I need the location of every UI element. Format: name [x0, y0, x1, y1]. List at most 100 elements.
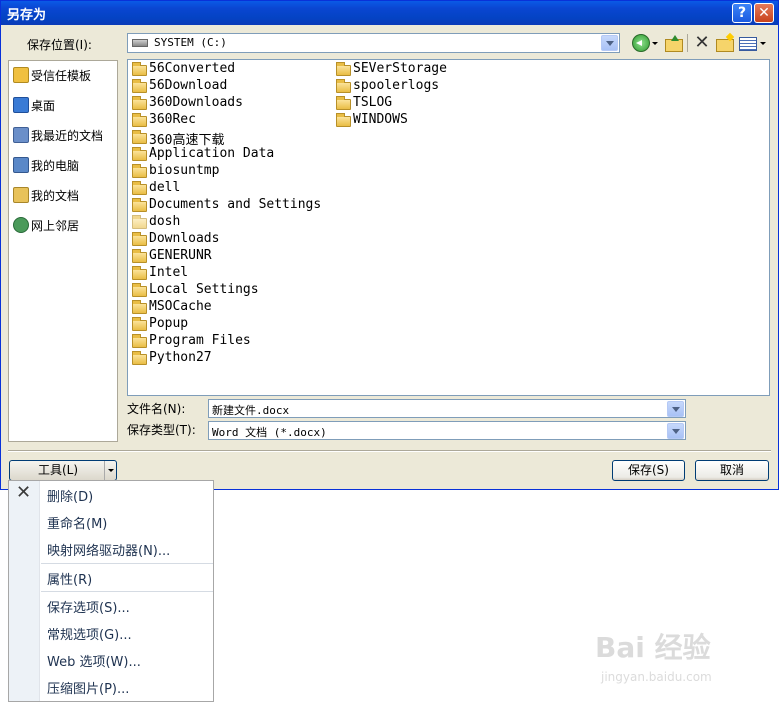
file-list[interactable]: 56Converted 56Download 360Downloads 360R… — [127, 59, 770, 396]
chevron-down-icon[interactable] — [667, 423, 684, 439]
place-network-places[interactable]: 网上邻居 — [11, 213, 115, 237]
tools-button[interactable]: 工具(L) — [9, 460, 117, 481]
folder-name: 56Converted — [149, 61, 236, 76]
toolbar-divider — [687, 34, 688, 52]
menu-item-map-network-drive[interactable]: 映射网络驱动器(N)... — [9, 535, 213, 562]
back-dropdown-icon[interactable] — [651, 34, 659, 52]
up-folder-icon[interactable] — [664, 34, 683, 52]
folder-icon — [132, 334, 147, 348]
title-bar[interactable]: 另存为 ? ✕ — [1, 1, 778, 25]
folder-icon — [132, 130, 147, 144]
save-in-value: SYSTEM (C:) — [154, 36, 227, 49]
tools-dropdown-icon[interactable] — [104, 461, 116, 480]
place-label: 受信任模板 — [31, 69, 92, 83]
place-label: 我的文档 — [31, 189, 80, 203]
menu-item-properties[interactable]: 属性(R) — [9, 564, 213, 591]
menu-item-save-options[interactable]: 保存选项(S)... — [9, 592, 213, 619]
save-in-dropdown[interactable]: SYSTEM (C:) — [127, 33, 620, 53]
tools-menu: ✕ 删除(D) 重命名(M) 映射网络驱动器(N)... 属性(R) 保存选项(… — [8, 480, 214, 702]
folder-icon — [336, 113, 351, 127]
folder-icon — [132, 300, 147, 314]
divider — [8, 450, 771, 452]
chevron-down-icon[interactable] — [667, 401, 684, 417]
folder-icon — [132, 147, 147, 161]
folder-icon — [132, 283, 147, 297]
menu-item-compress-pictures[interactable]: 压缩图片(P)... — [9, 673, 213, 700]
file-name-field[interactable]: 新建文件.docx — [208, 399, 686, 418]
place-recent-documents[interactable]: 我最近的文档 — [11, 123, 115, 147]
folder-name: TSLOG — [353, 95, 393, 110]
window-title: 另存为 — [7, 8, 47, 23]
trusted-templates-icon — [13, 67, 29, 83]
folder-name: Application Data — [149, 146, 275, 161]
help-button[interactable]: ? — [732, 3, 752, 23]
folder-name: 360Downloads — [149, 95, 243, 110]
folder-name: Local Settings — [149, 282, 259, 297]
folder-name: GENERUNR — [149, 248, 212, 263]
menu-item-label: 删除(D) — [47, 490, 94, 505]
file-name-value[interactable]: 新建文件.docx — [212, 402, 289, 418]
recent-documents-icon — [13, 127, 29, 143]
place-desktop[interactable]: 桌面 — [11, 93, 115, 117]
my-documents-icon — [13, 187, 29, 203]
my-computer-icon — [13, 157, 29, 173]
menu-item-label: 属性(R) — [47, 573, 93, 588]
views-icon[interactable] — [738, 34, 758, 52]
folder-icon — [336, 62, 351, 76]
file-type-dropdown[interactable]: Word 文档 (*.docx) — [208, 421, 686, 440]
folder-name: Popup — [149, 316, 189, 331]
folder-name: spoolerlogs — [353, 78, 440, 93]
place-trusted-templates[interactable]: 受信任模板 — [11, 63, 115, 87]
file-type-value: Word 文档 (*.docx) — [212, 426, 327, 439]
tools-button-label: 工具(L) — [37, 463, 79, 477]
folder-name: Intel — [149, 265, 189, 280]
folder-icon — [336, 79, 351, 93]
menu-item-label: 压缩图片(P)... — [47, 682, 130, 697]
folder-name: WINDOWS — [353, 112, 408, 127]
back-icon[interactable] — [632, 34, 650, 52]
menu-item-label: Web 选项(W)... — [47, 655, 141, 670]
menu-item-rename[interactable]: 重命名(M) — [9, 508, 213, 535]
place-my-documents[interactable]: 我的文档 — [11, 183, 115, 207]
menu-item-label: 映射网络驱动器(N)... — [47, 544, 171, 559]
folder-name: Downloads — [149, 231, 220, 246]
network-places-icon — [13, 217, 29, 233]
folder-name: MSOCache — [149, 299, 212, 314]
place-label: 桌面 — [31, 99, 56, 113]
folder-icon — [132, 198, 147, 212]
folder-name: Program Files — [149, 333, 251, 348]
save-as-dialog: 另存为 ? ✕ 保存位置(I): SYSTEM (C:) ✕ 受信任模板 桌面 … — [0, 0, 779, 490]
menu-item-web-options[interactable]: Web 选项(W)... — [9, 646, 213, 673]
menu-item-label: 常规选项(G)... — [47, 628, 132, 643]
menu-item-general-options[interactable]: 常规选项(G)... — [9, 619, 213, 646]
folder-name: dosh — [149, 214, 181, 229]
file-type-label: 保存类型(T): — [127, 423, 196, 437]
file-name-label: 文件名(N): — [127, 402, 186, 416]
folder-name: SEVerStorage — [353, 61, 447, 76]
chevron-down-icon[interactable] — [601, 35, 618, 51]
folder-icon — [132, 266, 147, 280]
delete-icon: ✕ — [16, 482, 32, 503]
views-dropdown-icon[interactable] — [759, 34, 767, 52]
folder-icon — [132, 317, 147, 331]
folder-name: 360Rec — [149, 112, 196, 127]
folder-icon — [336, 96, 351, 110]
place-label: 网上邻居 — [31, 219, 80, 233]
watermark-logo: Bai 经验 — [595, 631, 711, 664]
places-bar: 受信任模板 桌面 我最近的文档 我的电脑 我的文档 网上邻居 — [8, 60, 118, 442]
menu-item-delete[interactable]: ✕ 删除(D) — [9, 481, 213, 508]
place-my-computer[interactable]: 我的电脑 — [11, 153, 115, 177]
folder-icon — [132, 181, 147, 195]
cancel-button[interactable]: 取消 — [695, 460, 769, 481]
save-button[interactable]: 保存(S) — [612, 460, 685, 481]
menu-item-label: 保存选项(S)... — [47, 601, 130, 616]
delete-icon[interactable]: ✕ — [693, 34, 711, 52]
close-button[interactable]: ✕ — [754, 3, 774, 23]
folder-icon — [132, 215, 147, 229]
folder-icon — [132, 62, 147, 76]
folder-icon — [132, 351, 147, 365]
place-label: 我的电脑 — [31, 159, 80, 173]
new-folder-icon[interactable] — [715, 34, 734, 52]
folder-icon — [132, 232, 147, 246]
folder-name: Python27 — [149, 350, 212, 365]
